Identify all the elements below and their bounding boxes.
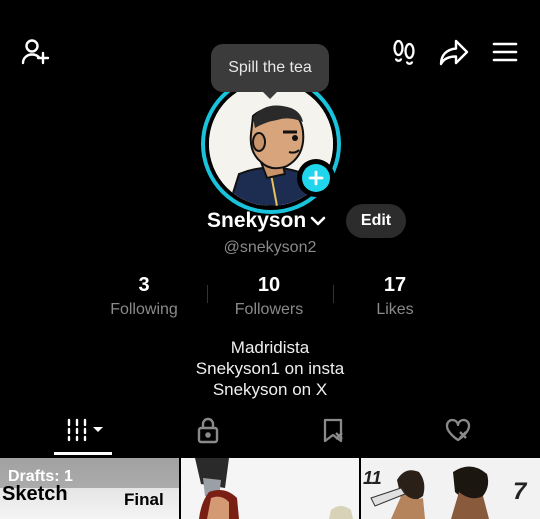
share-button[interactable]	[436, 34, 472, 70]
tooltip: Spill the tea	[211, 44, 329, 99]
bio-line: Snekyson on X	[212, 380, 328, 399]
share-arrow-icon	[439, 39, 469, 66]
hamburger-menu-icon	[492, 42, 518, 62]
bookmark-icon	[323, 418, 343, 443]
tab-private[interactable]	[188, 414, 228, 446]
profile-bio: Madridista Snekyson1 on insta Snekyson o…	[0, 337, 540, 400]
display-name: Snekyson	[207, 209, 307, 232]
plus-icon	[308, 170, 324, 186]
tab-selected-indicator	[54, 452, 112, 455]
sketch-text: Sketch	[2, 483, 68, 505]
bio-line: Snekyson1 on insta	[195, 359, 345, 378]
drafts-tile[interactable]: Drafts: 1 Sketch Final	[0, 458, 179, 519]
video-thumbnail[interactable]: 11 7	[361, 458, 540, 519]
display-name-dropdown[interactable]: Snekyson	[207, 209, 327, 233]
stat-followers[interactable]: 10 Followers	[209, 274, 329, 319]
heart-icon	[445, 418, 471, 442]
menu-button[interactable]	[487, 34, 523, 70]
add-friend-button[interactable]	[16, 34, 54, 70]
grid-icon	[67, 418, 103, 442]
tile-mark: 11	[363, 468, 382, 488]
chevron-down-icon	[310, 216, 326, 226]
video-thumbnail[interactable]	[181, 458, 359, 519]
footprints-icon	[393, 39, 415, 65]
final-text: Final	[124, 490, 164, 509]
stat-following[interactable]: 3 Following	[84, 274, 204, 319]
likes-label: Likes	[376, 301, 414, 318]
profile-views-button[interactable]	[386, 34, 422, 70]
person-plus-icon	[21, 39, 50, 65]
edit-profile-button[interactable]: Edit	[346, 204, 406, 238]
following-count: 3	[138, 274, 150, 296]
stat-likes[interactable]: 17 Likes	[335, 274, 455, 319]
tooltip-text: Spill the tea	[228, 59, 312, 76]
username-handle: @snekyson2	[223, 239, 317, 256]
followers-label: Followers	[234, 301, 304, 318]
add-story-button[interactable]	[297, 159, 335, 197]
tab-liked[interactable]	[438, 414, 478, 446]
stats-divider	[333, 285, 334, 303]
tab-saved[interactable]	[314, 414, 354, 446]
tab-videos[interactable]	[63, 414, 107, 446]
stats-divider	[207, 285, 208, 303]
tile-mark: 7	[513, 478, 527, 505]
likes-count: 17	[383, 274, 407, 296]
bio-line: Madridista	[230, 338, 310, 357]
following-label: Following	[110, 301, 178, 318]
lock-icon	[197, 417, 219, 444]
followers-count: 10	[257, 274, 281, 296]
